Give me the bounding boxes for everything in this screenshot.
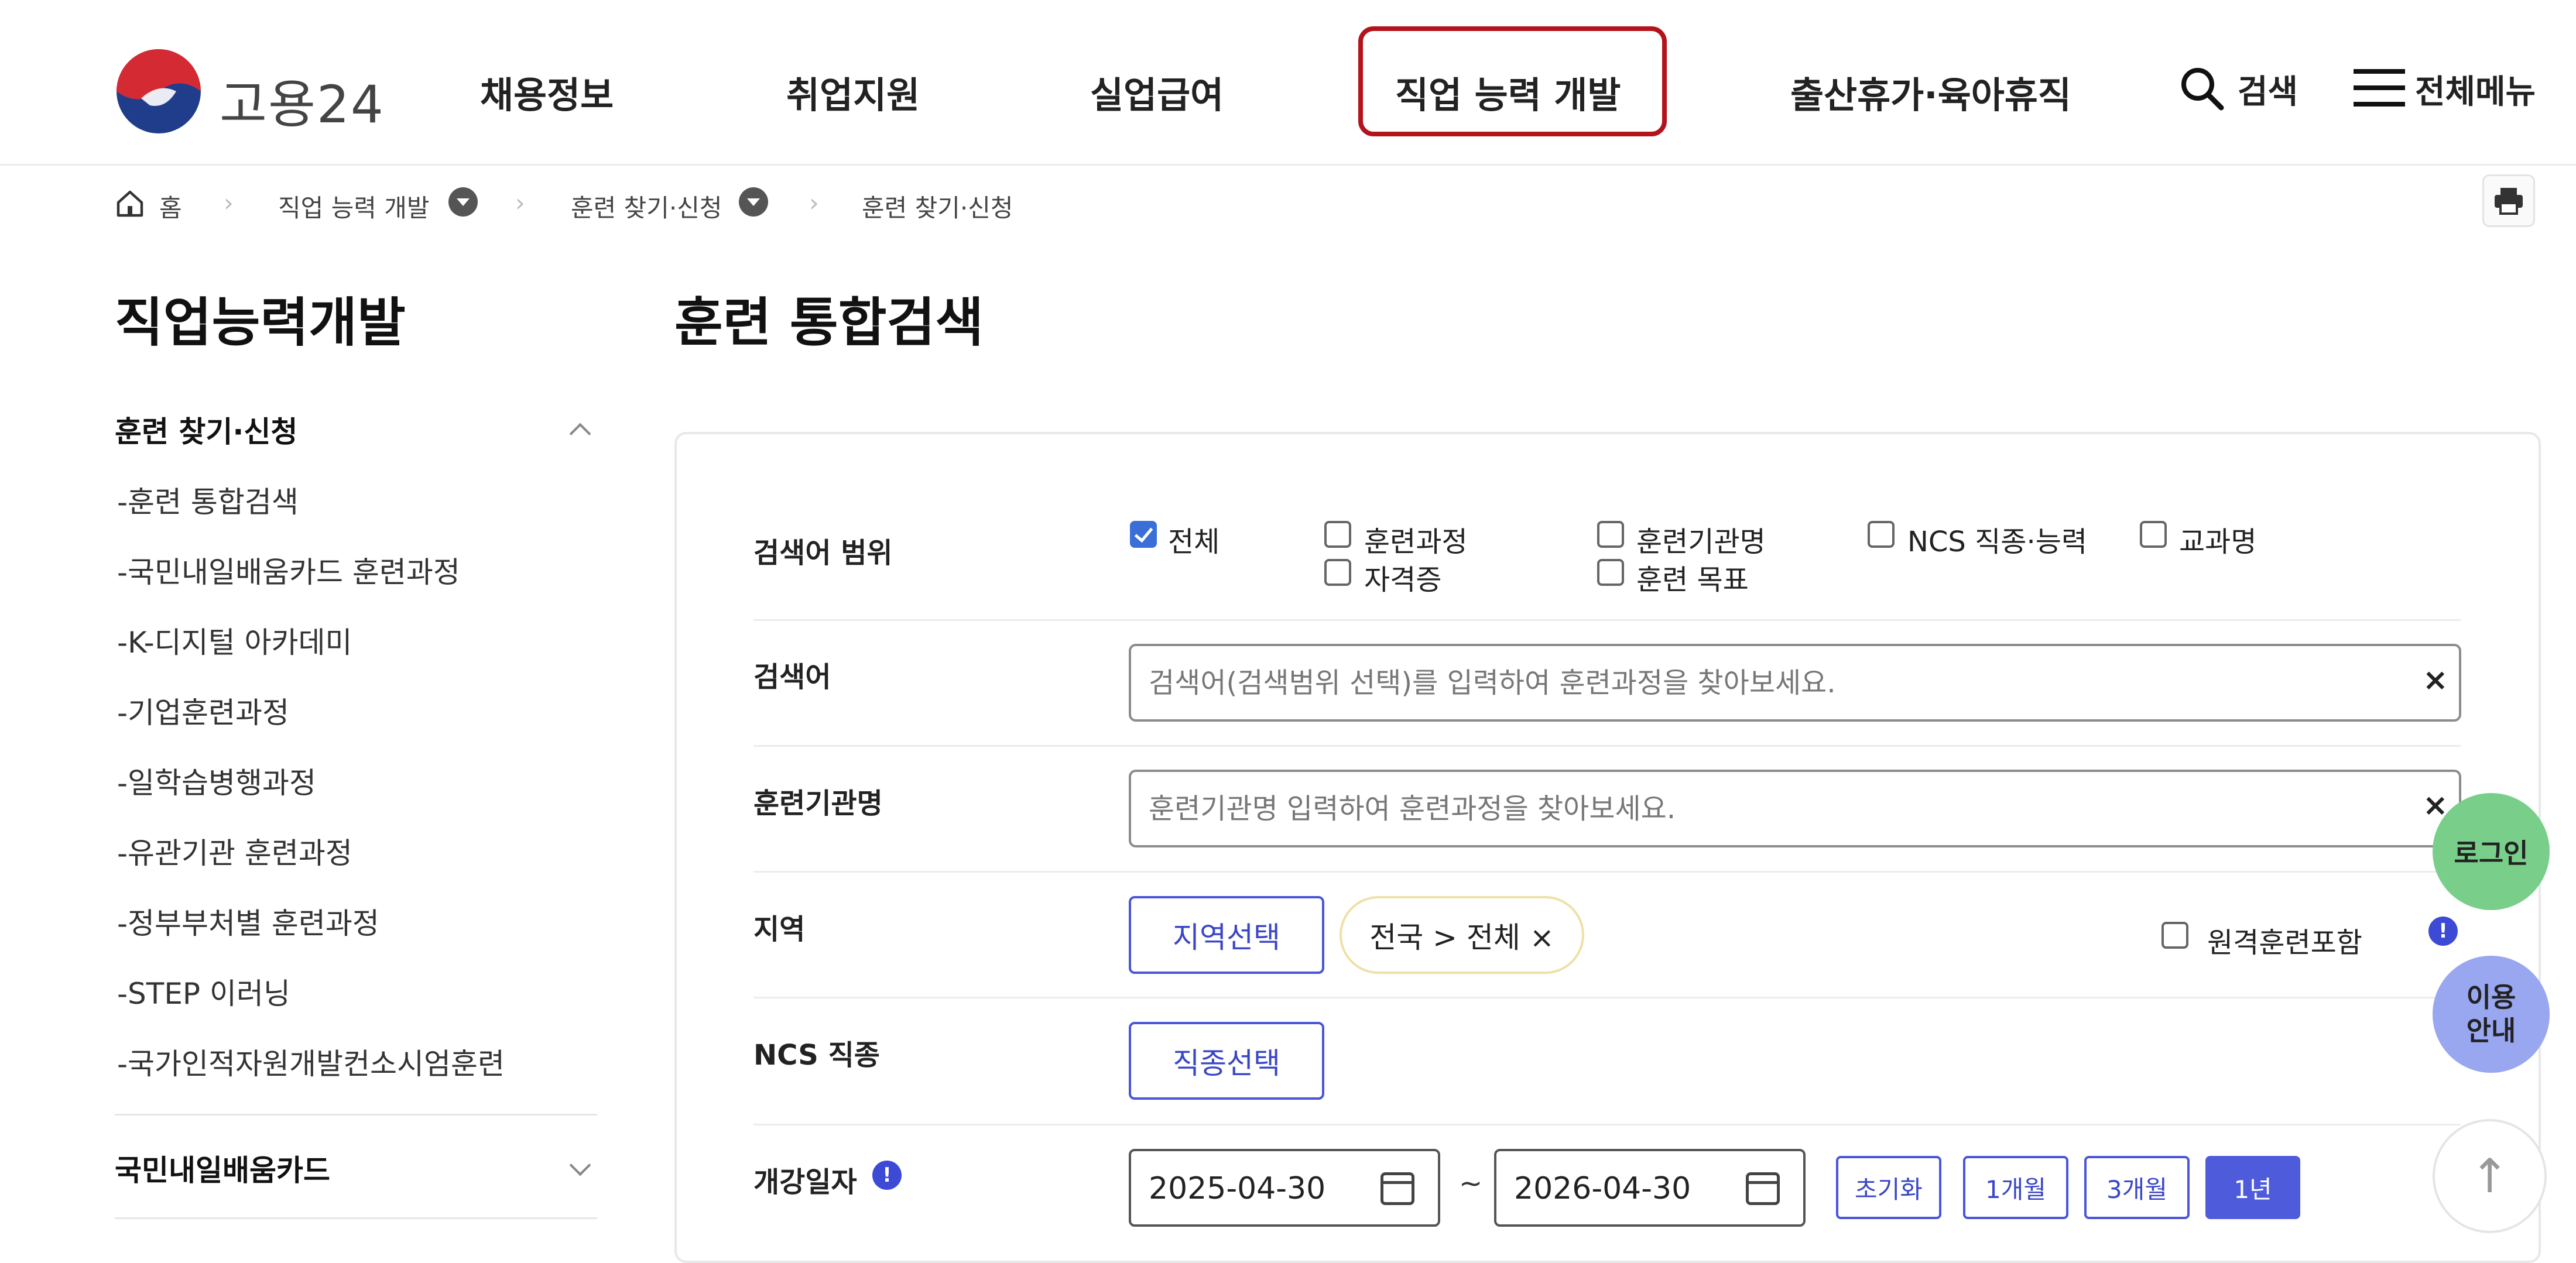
guide-float-button[interactable]: 이용 안내 [2433,956,2550,1073]
date-3month-button[interactable]: 3개월 [2084,1156,2190,1219]
nav-employment-support[interactable]: 취업지원 [786,66,920,118]
calendar-icon[interactable] [1746,1172,1780,1205]
sidebar-divider [115,1114,597,1116]
nav-job-skills[interactable]: 직업 능력 개발 [1395,66,1621,118]
breadcrumb-separator-icon: › [224,188,234,217]
sidebar-item-integrated-search[interactable]: -훈련 통합검색 [117,479,299,521]
scope-course-checkbox[interactable] [1324,521,1351,548]
start-date-input[interactable]: 2025-04-30 [1129,1149,1440,1227]
sidebar-item-corporate-training[interactable]: -기업훈련과정 [117,689,289,732]
sidebar-group-training-search[interactable]: 훈련 찾기·신청 [115,409,297,451]
sidebar-item-related-org-training[interactable]: -유관기관 훈련과정 [117,830,352,872]
row-divider [753,745,2461,747]
breadcrumb-separator-icon: › [515,188,525,217]
scroll-top-button[interactable]: ↑ [2433,1119,2547,1233]
scope-subject-label[interactable]: 교과명 [2179,519,2256,560]
scope-goal-checkbox[interactable] [1597,559,1624,586]
keyword-input[interactable] [1129,644,2461,722]
chevron-up-icon[interactable] [569,423,591,445]
row-divider [753,1124,2461,1125]
sidebar-group-naeil-card[interactable]: 국민내일배움카드 [115,1147,330,1189]
logo-icon[interactable] [115,47,203,135]
start-date-value: 2025-04-30 [1149,1171,1326,1206]
info-icon[interactable]: ! [2428,917,2458,946]
sidebar-item-k-digital-academy[interactable]: -K-디지털 아카데미 [117,619,352,661]
sidebar-divider [115,1217,597,1219]
sidebar-item-work-study[interactable]: -일학습병행과정 [117,760,316,802]
scope-goal-label[interactable]: 훈련 목표 [1636,557,1749,598]
keyword-clear-icon[interactable]: × [2423,663,2448,698]
breadcrumb-level2[interactable]: 훈련 찾기·신청 [571,188,722,224]
row-divider [753,619,2461,621]
chevron-down-icon[interactable] [569,1154,591,1176]
region-select-button[interactable]: 지역선택 [1129,896,1324,974]
top-header: 고용24 채용정보 취업지원 실업급여 직업 능력 개발 출산휴가·육아휴직 검… [0,0,2576,166]
scope-subject-checkbox[interactable] [2140,521,2167,548]
end-date-value: 2026-04-30 [1514,1171,1691,1206]
scope-course-label[interactable]: 훈련과정 [1364,519,1468,560]
institution-input[interactable] [1129,770,2461,847]
hamburger-menu-icon[interactable] [2354,69,2405,108]
login-float-button[interactable]: 로그인 [2433,793,2550,910]
institution-label: 훈련기관명 [753,787,883,820]
scope-all-checkbox[interactable] [1130,521,1157,548]
breadcrumb-current: 훈련 찾기·신청 [862,194,1013,222]
scope-all-label[interactable]: 전체 [1168,519,1220,560]
region-chip[interactable]: 전국 > 전체 × [1340,896,1584,974]
sidebar-item-ministry-training[interactable]: -정부부처별 훈련과정 [117,900,379,942]
breadcrumb-separator-icon: › [809,188,819,217]
scope-ncs-label[interactable]: NCS 직종·능력 [1907,519,2087,560]
date-1year-button[interactable]: 1년 [2205,1156,2300,1219]
sidebar-item-consortium-training[interactable]: -국가인적자원개발컨소시엄훈련 [117,1041,505,1083]
search-button-label[interactable]: 검색 [2238,66,2298,113]
row-divider [753,997,2461,998]
end-date-input[interactable]: 2026-04-30 [1494,1149,1806,1227]
search-icon[interactable] [2178,64,2225,111]
home-icon[interactable] [115,188,145,219]
breadcrumb-level1-dropdown-icon[interactable] [448,187,478,217]
date-1month-button[interactable]: 1개월 [1963,1156,2068,1219]
date-reset-button[interactable]: 초기화 [1836,1156,1941,1219]
nav-unemployment-benefit[interactable]: 실업급여 [1090,66,1224,118]
ncs-label: NCS 직종 [753,1039,880,1072]
remote-training-label[interactable]: 원격훈련포함 [2207,919,2362,960]
breadcrumb-home[interactable]: 홈 [159,188,182,224]
calendar-icon[interactable] [1381,1172,1414,1205]
start-date-label: 개강일자 [753,1166,857,1199]
date-range-tilde: ~ [1459,1167,1483,1200]
scope-certificate-label[interactable]: 자격증 [1364,557,1441,598]
print-button[interactable] [2482,174,2535,227]
breadcrumb-level2-dropdown-icon[interactable] [739,187,768,217]
ncs-select-button[interactable]: 직종선택 [1129,1022,1324,1100]
scope-certificate-checkbox[interactable] [1324,559,1351,586]
guide-line1: 이용 [2466,981,2516,1013]
guide-line2: 안내 [2466,1015,2516,1046]
remote-training-checkbox[interactable] [2161,922,2188,949]
keyword-label: 검색어 [753,661,831,694]
search-panel [674,432,2541,1263]
scope-institution-checkbox[interactable] [1597,521,1624,548]
nav-recruitment[interactable]: 채용정보 [480,66,614,118]
scope-ncs-checkbox[interactable] [1868,521,1895,548]
scope-institution-label[interactable]: 훈련기관명 [1636,519,1766,560]
sidebar-item-naeil-card-courses[interactable]: -국민내일배움카드 훈련과정 [117,549,460,591]
page-title: 훈련 통합검색 [674,292,984,353]
breadcrumb-level1[interactable]: 직업 능력 개발 [278,188,430,224]
info-icon[interactable]: ! [872,1161,902,1190]
logo-text[interactable]: 고용24 [220,63,385,138]
row-divider [753,871,2461,873]
nav-parental-leave[interactable]: 출산휴가·육아휴직 [1790,66,2071,118]
sidebar-title: 직업능력개발 [115,292,406,353]
sidebar-item-step-elearning[interactable]: -STEP 이러닝 [117,970,290,1013]
all-menu-label[interactable]: 전체메뉴 [2415,66,2536,113]
printer-icon [2495,188,2523,215]
scope-label: 검색어 범위 [753,537,893,569]
region-label: 지역 [753,913,806,946]
